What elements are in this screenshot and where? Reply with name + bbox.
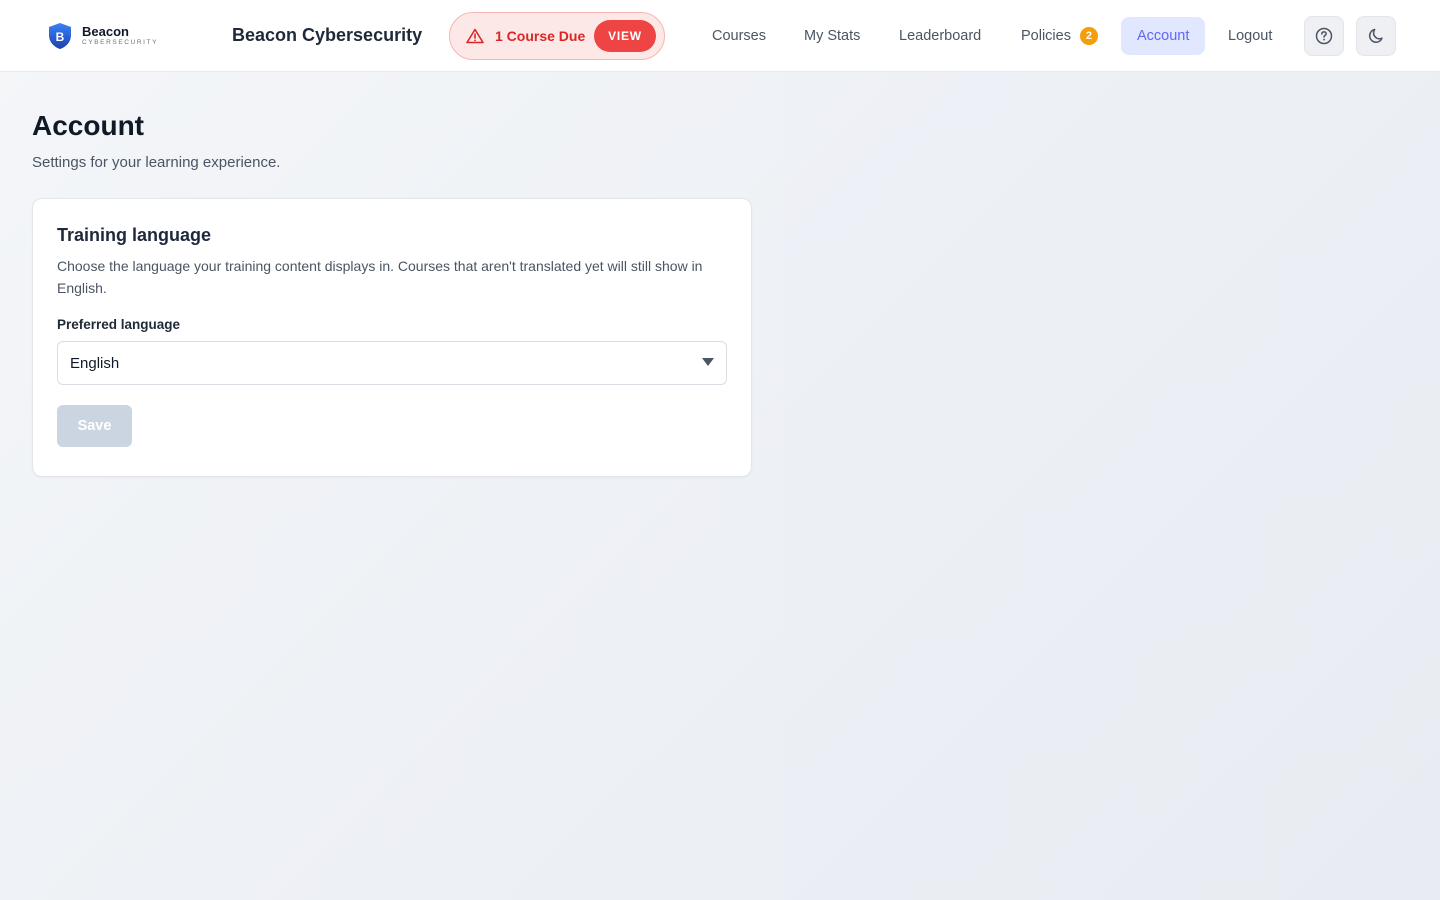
course-due-alert: 1 Course Due VIEW xyxy=(449,12,665,60)
main-content: Account Settings for your learning exper… xyxy=(32,108,280,171)
selected-language-value: English xyxy=(70,354,120,372)
help-circle-icon xyxy=(1315,27,1333,45)
chevron-down-icon xyxy=(702,358,714,366)
save-button[interactable]: Save xyxy=(57,405,132,447)
moon-icon xyxy=(1368,28,1383,43)
top-navigation-bar: B Beacon CYBERSECURITY Beacon Cybersecur… xyxy=(0,0,1440,72)
training-language-card: Training language Choose the language yo… xyxy=(32,198,752,477)
logo[interactable]: B Beacon CYBERSECURITY xyxy=(48,22,158,50)
shield-logo-icon: B xyxy=(49,23,71,49)
preferred-language-label: Preferred language xyxy=(57,317,181,332)
nav-leaderboard[interactable]: Leaderboard xyxy=(883,17,997,55)
course-due-text: 1 Course Due xyxy=(495,28,586,44)
theme-toggle-button[interactable] xyxy=(1356,16,1396,56)
nav-account[interactable]: Account xyxy=(1121,17,1206,55)
nav-my-stats[interactable]: My Stats xyxy=(788,17,876,55)
view-due-course-button[interactable]: VIEW xyxy=(594,20,656,52)
page-title: Account xyxy=(32,110,144,141)
help-button[interactable] xyxy=(1304,16,1344,56)
svg-text:B: B xyxy=(56,30,65,44)
nav-policies-label: Policies xyxy=(1021,28,1071,44)
preferred-language-select[interactable]: English xyxy=(57,341,727,385)
card-title: Training language xyxy=(57,225,212,245)
background-panel xyxy=(784,72,1440,900)
page-subtitle: Settings for your learning experience. xyxy=(32,154,281,171)
nav-logout[interactable]: Logout xyxy=(1212,17,1288,55)
logo-name: Beacon xyxy=(82,24,129,40)
card-description: Choose the language your training conten… xyxy=(57,258,703,296)
brand-title: Beacon Cybersecurity xyxy=(232,25,423,45)
logo-subtitle: CYBERSECURITY xyxy=(82,39,159,47)
warning-triangle-icon xyxy=(466,28,484,44)
nav-courses[interactable]: Courses xyxy=(696,17,782,55)
policies-count-badge: 2 xyxy=(1079,27,1098,45)
nav-policies[interactable]: Policies 2 xyxy=(1005,17,1114,55)
